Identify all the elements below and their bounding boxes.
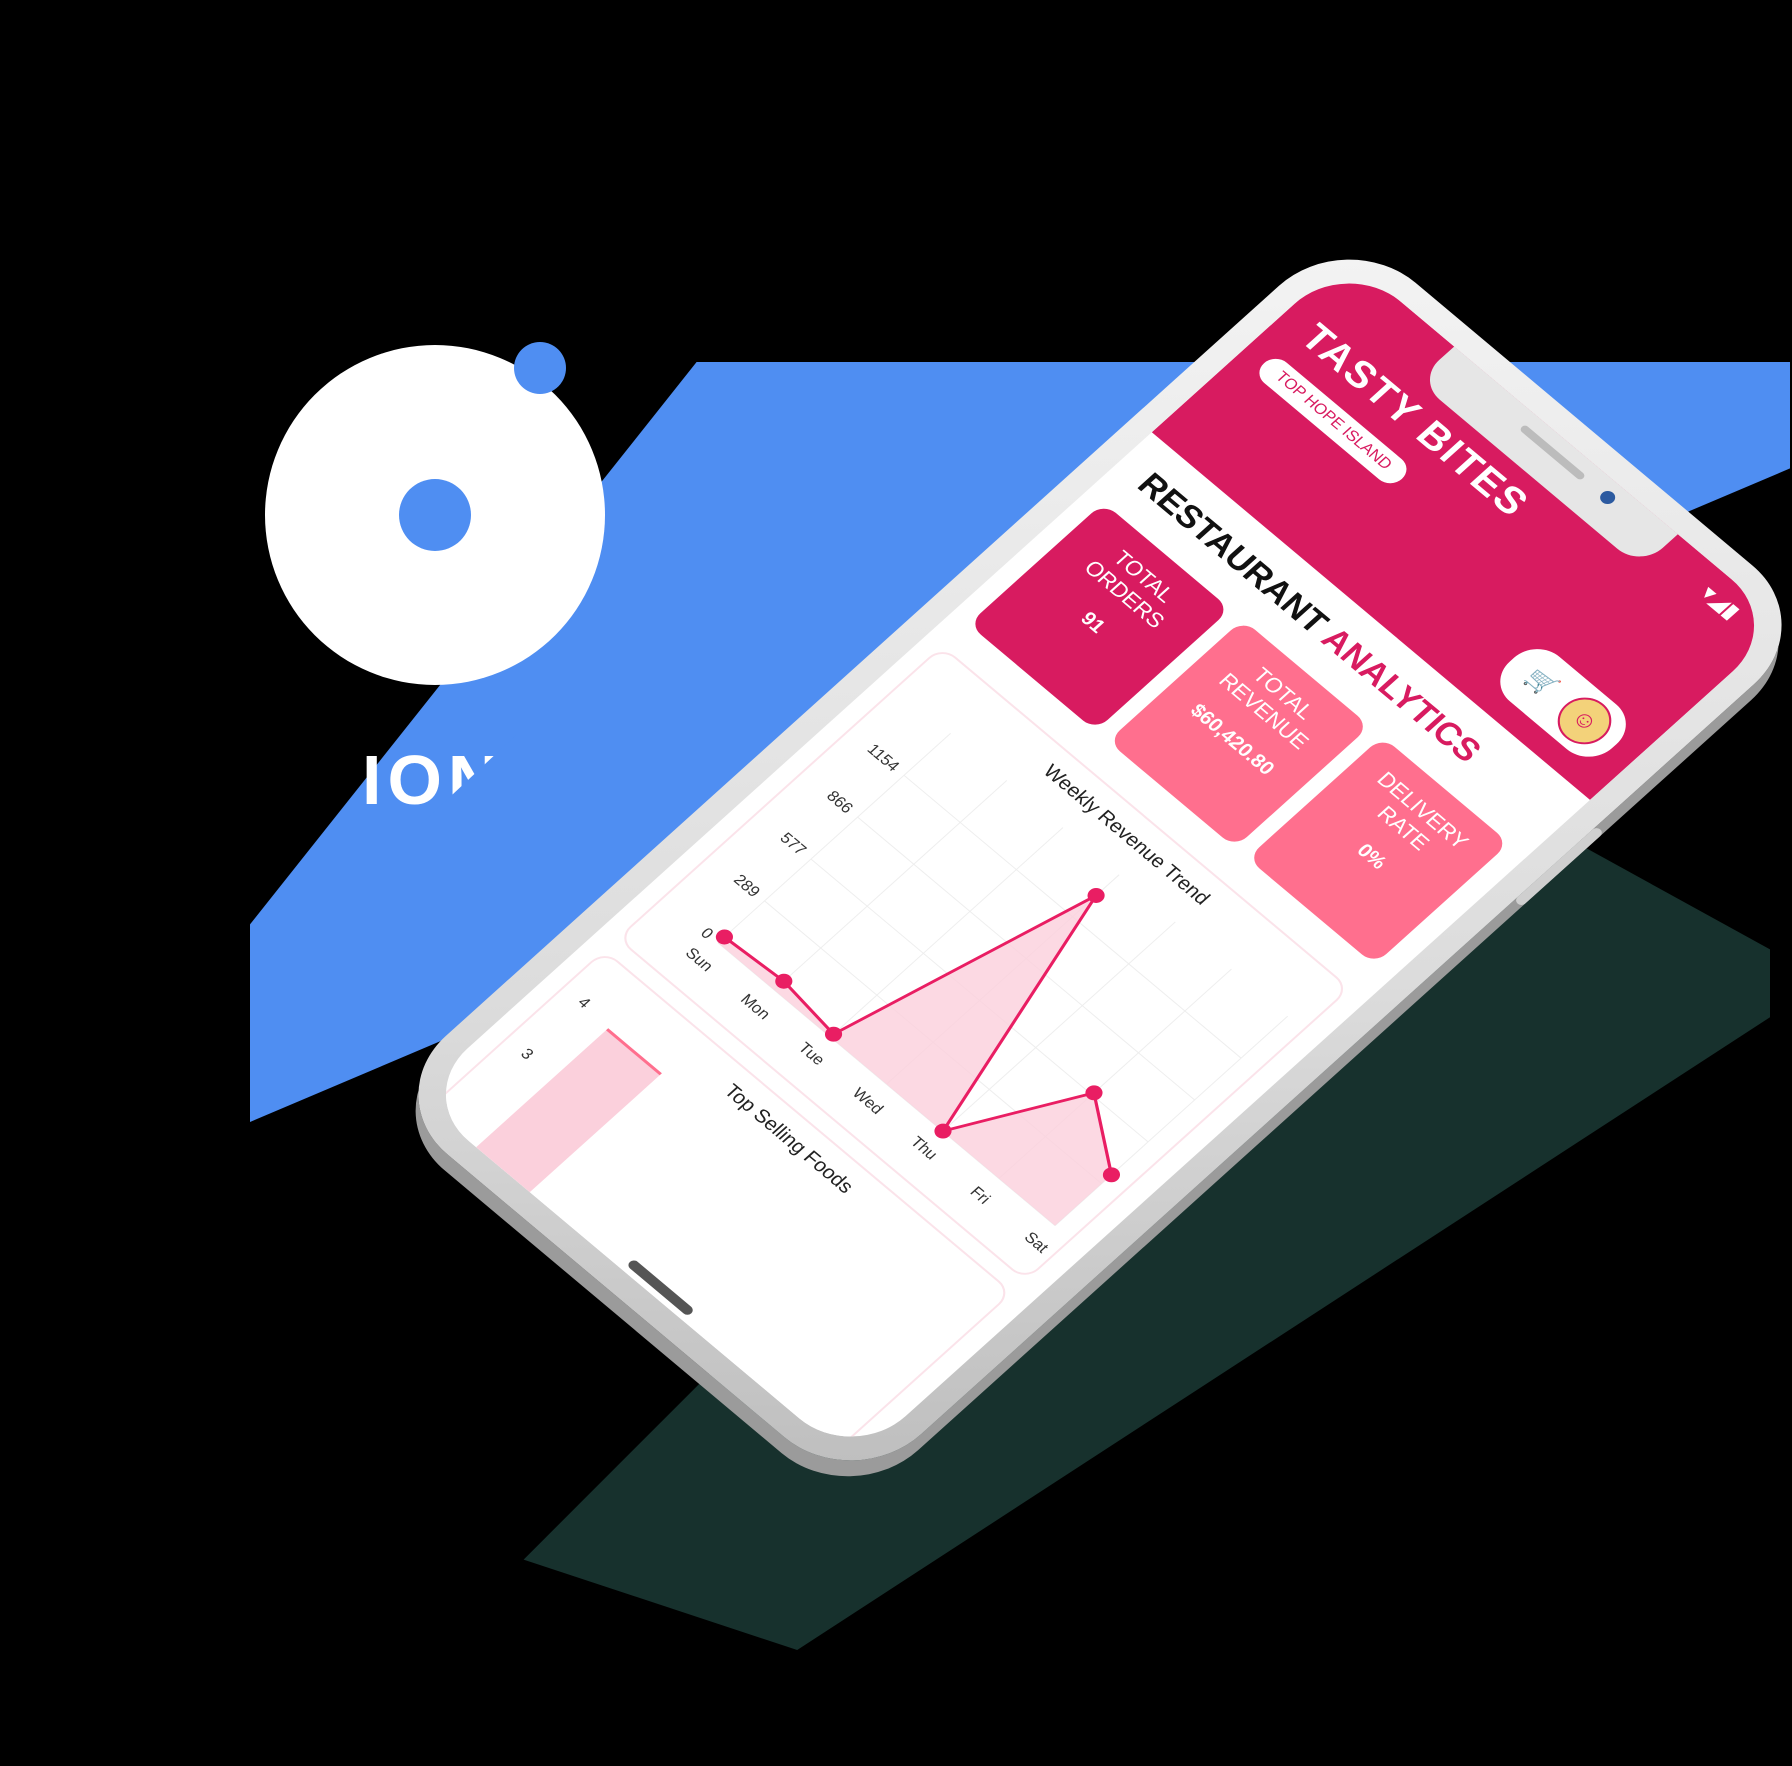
x-tick-label: Tue bbox=[794, 1039, 828, 1068]
top-ytick: 4 bbox=[573, 994, 594, 1012]
marketing-stage: IONIC TASTY BITES ▾◢▮ TOP HOPE ISLAND 🛒 … bbox=[0, 0, 1792, 1766]
x-tick-label: Sun bbox=[682, 945, 717, 975]
header-actions: 🛒 ☺ bbox=[1486, 637, 1640, 769]
x-tick-label: Fri bbox=[966, 1183, 994, 1207]
x-tick-label: Sat bbox=[1020, 1229, 1052, 1257]
grid-line bbox=[773, 780, 1008, 991]
y-tick-label: 577 bbox=[776, 829, 810, 858]
speaker-grille bbox=[1518, 424, 1587, 481]
status-bar-icons: ▾◢▮ bbox=[1696, 580, 1746, 624]
top-selling-bar bbox=[470, 1028, 662, 1197]
camera-icon bbox=[1597, 488, 1619, 507]
x-tick-label: Mon bbox=[737, 991, 774, 1023]
grid-line bbox=[717, 733, 951, 944]
x-tick-label: Wed bbox=[849, 1085, 887, 1118]
y-tick-label: 866 bbox=[823, 787, 857, 816]
y-tick-label: 289 bbox=[730, 871, 764, 900]
x-tick-label: Thu bbox=[907, 1133, 942, 1163]
top-ytick: 3 bbox=[516, 1045, 537, 1064]
y-tick-label: 1154 bbox=[863, 741, 903, 775]
ionic-logo-icon bbox=[265, 342, 605, 685]
stat-label: DELIVERY RATE bbox=[1371, 767, 1474, 855]
y-tick-label: 0 bbox=[697, 925, 717, 943]
